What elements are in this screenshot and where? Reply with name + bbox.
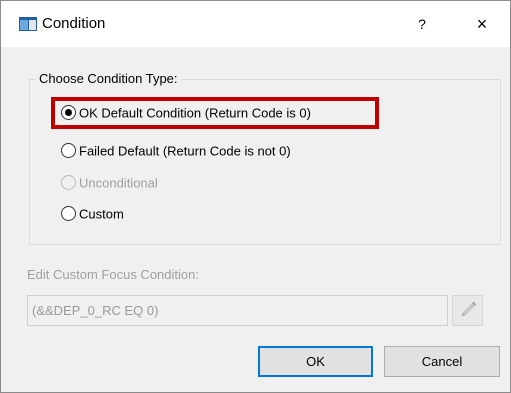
title-bar[interactable]: Condition ? × — [1, 1, 510, 47]
pencil-icon — [461, 301, 477, 317]
custom-condition-field: (&&DEP_0_RC EQ 0) — [27, 295, 448, 326]
radio-unconditional-label: Unconditional — [79, 175, 158, 191]
radio-custom-label: Custom — [79, 206, 124, 222]
help-button[interactable]: ? — [408, 11, 436, 37]
radio-unconditional: Unconditional — [61, 173, 158, 193]
radio-button-disabled-icon — [61, 175, 76, 191]
radio-custom[interactable]: Custom — [61, 204, 124, 224]
highlight-annotation — [51, 97, 379, 129]
cancel-button[interactable]: Cancel — [384, 346, 500, 377]
radio-failed-default-label: Failed Default (Return Code is not 0) — [79, 143, 291, 159]
close-button[interactable]: × — [467, 10, 497, 38]
condition-type-group-label: Choose Condition Type: — [35, 70, 182, 87]
radio-button-icon[interactable] — [61, 143, 76, 159]
edit-custom-condition-label: Edit Custom Focus Condition: — [27, 267, 199, 282]
radio-button-icon[interactable] — [61, 206, 76, 222]
dialog-title: Condition — [42, 15, 106, 32]
edit-condition-button — [452, 295, 483, 326]
app-icon — [19, 17, 37, 31]
ok-button[interactable]: OK — [258, 346, 373, 377]
radio-failed-default[interactable]: Failed Default (Return Code is not 0) — [61, 141, 291, 161]
condition-dialog: Condition ? × Choose Condition Type: OK … — [0, 0, 511, 393]
